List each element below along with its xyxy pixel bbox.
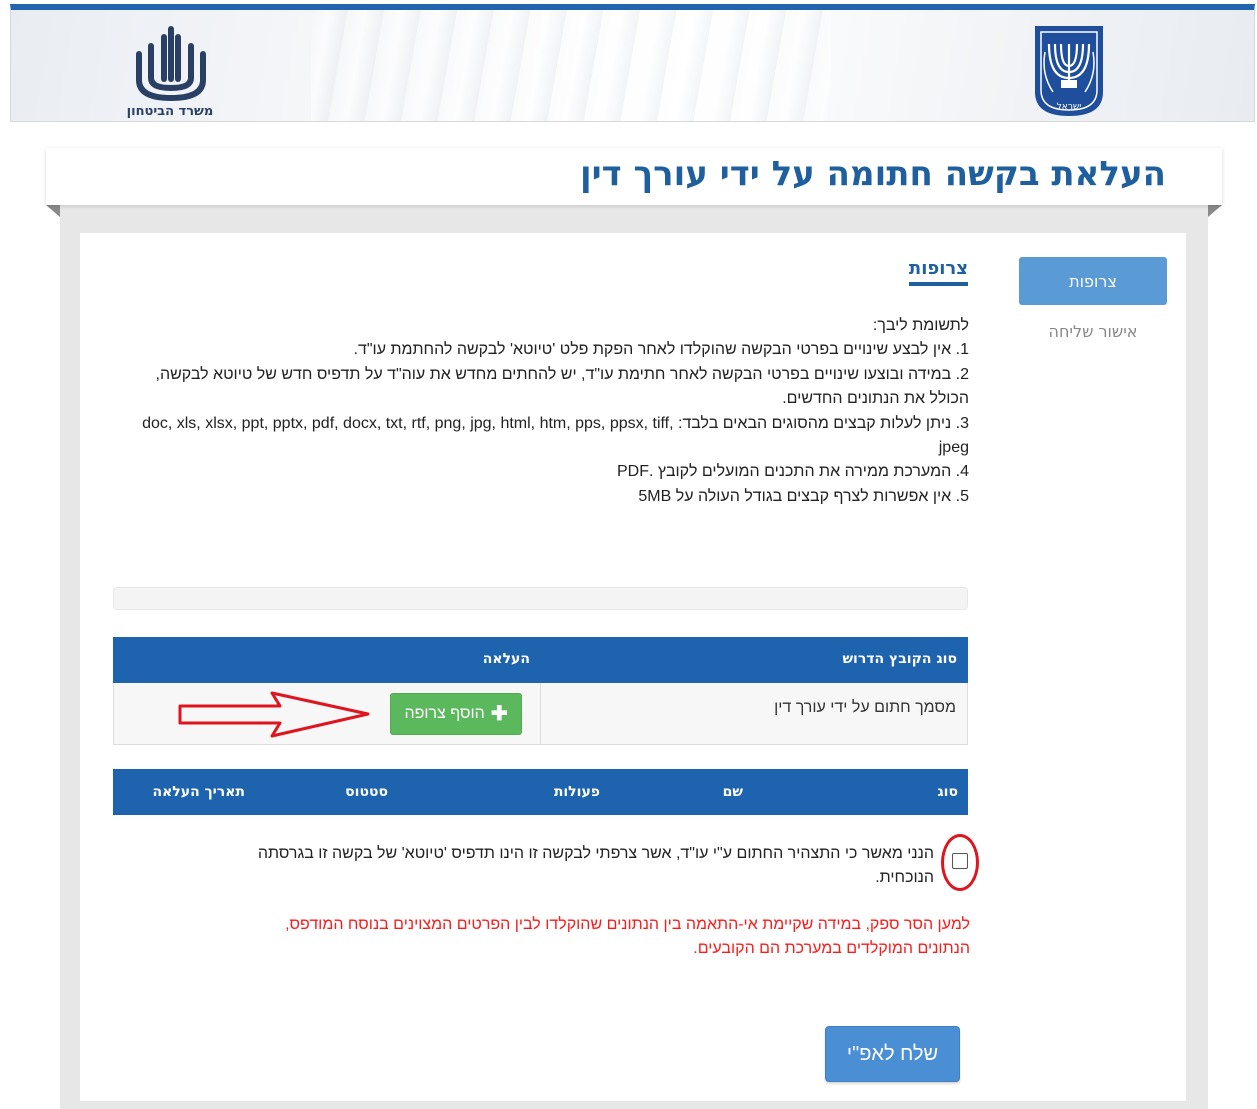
sidebar-item-attachments[interactable]: צרופות: [1019, 257, 1167, 305]
column-header-status: סטטוס: [345, 784, 388, 800]
ribbon-fold-right: [1208, 205, 1222, 217]
section-title: צרופות: [908, 258, 968, 286]
note-item: 5. אין אפשרות לצרף קבצים בגודל העולה על …: [638, 487, 969, 505]
note-item: 2. במידה ובוצעו שינויים בפרטי הבקשה לאחר…: [155, 365, 970, 408]
files-table-header: סוג שם פעולות סטטוס תאריך העלאה: [113, 769, 968, 815]
state-emblem: ישראל: [1031, 22, 1107, 118]
header-banner: משרד הביטחון ישראל: [10, 4, 1255, 122]
note-item: 1. אין לבצע שינויים בפרטי הבקשה שהוקלדו …: [353, 341, 969, 359]
plus-icon: ✚: [490, 703, 508, 725]
required-file-type: מסמך חתום על ידי עורך דין: [774, 699, 956, 716]
confirm-checkbox[interactable]: [952, 853, 968, 869]
note-item: 3. ניתן לעלות קבצים מהסוגים הבאים בלבד: …: [142, 414, 969, 457]
column-header-type: סוג: [937, 784, 958, 800]
title-ribbon: העלאת בקשה חתומה על ידי עורך דין: [46, 148, 1222, 205]
column-header-actions: פעולות: [553, 784, 600, 800]
column-header-upload-date: תאריך העלאה: [152, 784, 246, 800]
red-arrow-annotation-icon: [178, 691, 370, 738]
ministry-of-defense-logo: משרד הביטחון: [103, 20, 253, 120]
emblem-text: ישראל: [1056, 102, 1082, 112]
note-item: 4. המערכת ממירה את התכנים המועלים לקובץ …: [617, 463, 969, 481]
add-attachment-button[interactable]: ✚ הוסף צרופה: [390, 693, 522, 735]
sidebar-item-send-confirmation[interactable]: אישור שליחה: [1019, 322, 1167, 346]
ministry-logo-icon: [136, 26, 206, 102]
column-header-upload: העלאה: [482, 651, 530, 667]
send-button[interactable]: שלח לאפ"י: [825, 1026, 960, 1082]
page-title: העלאת בקשה חתומה על ידי עורך דין: [579, 154, 1166, 194]
column-divider: [540, 683, 541, 744]
notes-heading: לתשומת ליבך:: [872, 317, 969, 334]
upload-progress-bar: [113, 587, 968, 610]
warning-message: למען הסר ספק, במידה שקיימת אי-התאמה בין …: [285, 916, 970, 957]
column-header-file-type: סוג הקובץ הדרוש: [842, 651, 957, 667]
ministry-logo-text: משרד הביטחון: [126, 104, 214, 119]
ribbon-fold-left: [46, 205, 60, 217]
notes-block: לתשומת ליבך: 1. אין לבצע שינויים בפרטי ה…: [112, 314, 969, 509]
add-attachment-label: הוסף צרופה: [404, 705, 485, 722]
confirm-label: הנני מאשר כי התצהיר החתום ע"י עו"ד, אשר …: [257, 845, 934, 886]
upload-table-header: סוג הקובץ הדרוש העלאה: [113, 637, 968, 683]
column-header-name: שם: [722, 784, 743, 800]
